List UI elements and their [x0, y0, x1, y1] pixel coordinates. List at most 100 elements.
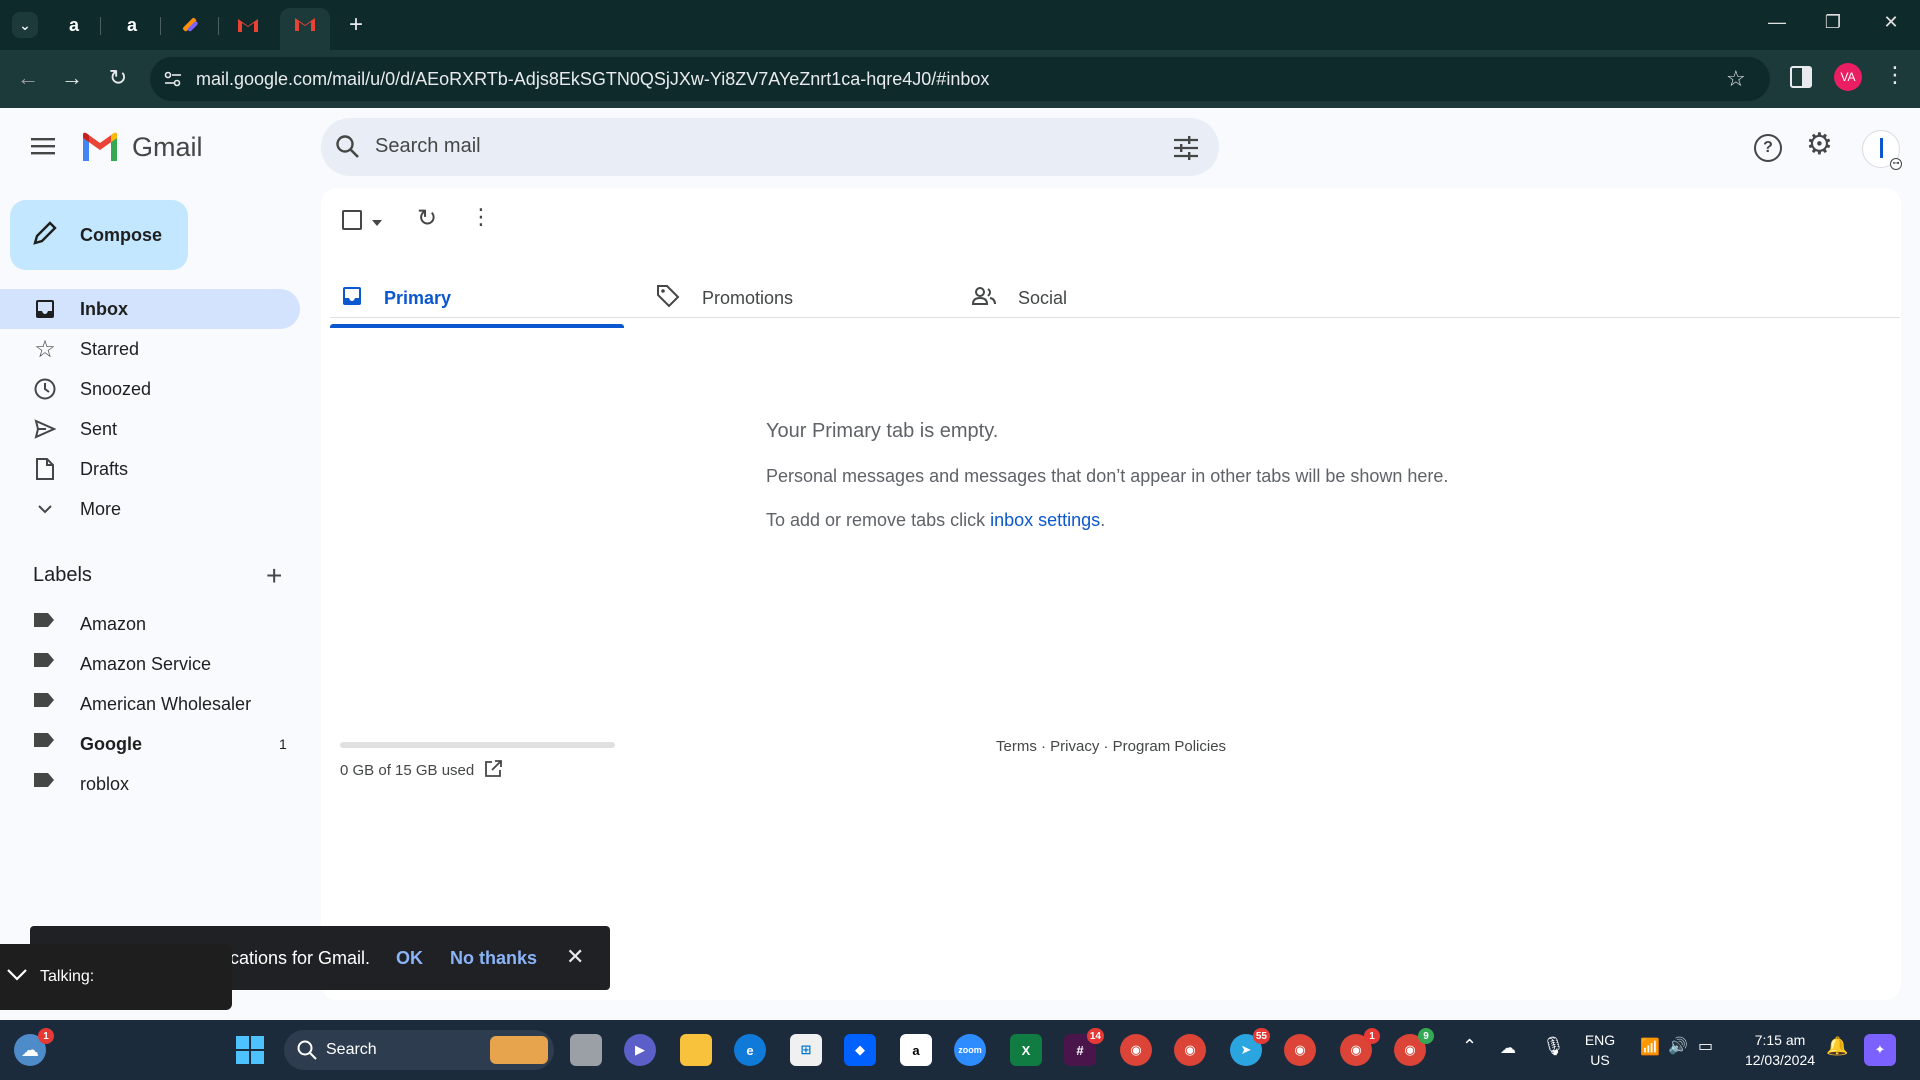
sidebar-item-inbox[interactable]: Inbox [0, 289, 300, 329]
task-view-icon[interactable] [570, 1034, 602, 1066]
label-name: Amazon [80, 613, 147, 634]
onedrive-icon[interactable]: ☁ [1500, 1038, 1516, 1058]
telegram-icon[interactable]: ➤ 55 [1230, 1028, 1270, 1066]
tab-search-button[interactable]: ⌄ [12, 12, 38, 38]
search-bar[interactable]: Search mail [321, 118, 1219, 176]
profile-avatar[interactable]: VA [1834, 63, 1862, 91]
new-tab-button[interactable]: + [344, 11, 368, 38]
star-icon: ☆ [34, 335, 56, 363]
clock[interactable]: 7:15 am 12/03/2024 [1736, 1030, 1824, 1070]
weather-widget-icon[interactable]: ☁ 1 [14, 1028, 54, 1066]
copilot-icon[interactable]: ✦ [1864, 1034, 1896, 1066]
empty-state-description: Personal messages and messages that don’… [766, 466, 1449, 486]
forward-icon[interactable]: → [58, 65, 86, 91]
amazon-app-icon[interactable]: a [900, 1034, 932, 1066]
microsoft-store-icon[interactable]: ⊞ [790, 1034, 822, 1066]
teams-chat-icon[interactable]: ▶ [624, 1034, 656, 1066]
compose-button[interactable]: Compose [10, 200, 188, 270]
search-icon[interactable] [335, 134, 361, 165]
file-explorer-icon[interactable] [680, 1034, 712, 1066]
wifi-icon[interactable]: 📶 [1640, 1037, 1660, 1057]
edge-browser-icon[interactable]: e [734, 1034, 766, 1066]
settings-gear-icon[interactable]: ⚙ [1806, 130, 1833, 160]
minimize-icon[interactable]: — [1762, 12, 1792, 33]
chevron-down-icon[interactable] [6, 968, 28, 987]
address-bar[interactable]: mail.google.com/mail/u/0/d/AEoRXRTb-Adjs… [150, 57, 1770, 101]
account-avatar[interactable]: ⊶ [1862, 130, 1902, 170]
notification-bell-icon[interactable]: 🔔 [1826, 1036, 1848, 1057]
label-tag-icon [33, 732, 57, 756]
chrome-profile-va-icon[interactable]: ◉ [1174, 1034, 1206, 1066]
tab-promotions[interactable]: Promotions [644, 268, 938, 328]
inbox-icon [33, 297, 57, 321]
tray-overflow-icon[interactable]: ⌃ [1462, 1036, 1477, 1057]
label-name: Amazon Service [80, 653, 212, 674]
sidebar-item-starred[interactable]: ☆ Starred [0, 329, 300, 369]
label-item-american-wholesaler[interactable]: American Wholesaler [0, 684, 300, 724]
browser-toolbar: ← → ↻ mail.google.com/mail/u/0/d/AEoRXRT… [0, 50, 1920, 108]
clock-time: 7:15 am [1754, 1032, 1806, 1048]
support-icon[interactable]: ? [1754, 134, 1782, 162]
pen-app-tab-icon[interactable] [178, 13, 202, 37]
sidebar-item-sent[interactable]: Sent [0, 409, 300, 449]
search-input[interactable]: Search mail [375, 135, 481, 158]
label-item-amazon[interactable]: Amazon [0, 604, 300, 644]
reload-icon[interactable]: ↻ [104, 65, 132, 91]
inbox-settings-link[interactable]: inbox settings [990, 510, 1100, 530]
more-actions-icon[interactable]: ⋮ [470, 204, 492, 230]
taskbar-search-box[interactable]: Search [284, 1030, 554, 1070]
chrome-profile-w-icon[interactable]: ◉ [1120, 1034, 1152, 1066]
select-dropdown-icon[interactable] [372, 214, 382, 232]
chrome-profile-icon[interactable]: ◉ [1284, 1034, 1316, 1066]
toast-no-thanks-button[interactable]: No thanks [450, 948, 537, 969]
back-icon[interactable]: ← [14, 65, 42, 91]
add-label-icon[interactable]: + [266, 560, 282, 592]
search-options-icon[interactable] [1173, 136, 1199, 165]
telegram-badge: 55 [1252, 1028, 1270, 1044]
volume-icon[interactable]: 🔊 [1668, 1036, 1688, 1056]
windows-start-icon[interactable] [234, 1034, 266, 1066]
amazon-tab-icon[interactable]: a [62, 13, 86, 37]
chrome-badge: 9 [1418, 1028, 1434, 1044]
storage-bar [340, 742, 615, 748]
zoom-icon[interactable]: zoom [954, 1034, 986, 1066]
restore-icon[interactable]: ❐ [1818, 12, 1848, 33]
sidebar-item-snoozed[interactable]: Snoozed [0, 369, 300, 409]
slack-icon[interactable]: #14 [1064, 1028, 1104, 1066]
label-item-roblox[interactable]: roblox [0, 764, 300, 804]
site-settings-icon[interactable] [162, 68, 184, 90]
main-menu-icon[interactable] [30, 136, 56, 161]
toast-close-icon[interactable]: ✕ [566, 944, 584, 970]
tab-primary[interactable]: Primary [330, 268, 624, 328]
close-window-icon[interactable]: ✕ [1876, 12, 1906, 33]
gmail-tab-icon[interactable] [236, 13, 260, 37]
tab-social[interactable]: Social [960, 268, 1254, 328]
toast-ok-button[interactable]: OK [396, 948, 423, 969]
label-tag-icon [33, 612, 57, 636]
chrome-profile-icon[interactable]: ◉ 1 [1340, 1028, 1380, 1066]
label-item-amazon-service[interactable]: Amazon Service [0, 644, 300, 684]
sidebar-item-drafts[interactable]: Drafts [0, 449, 300, 489]
dropbox-icon[interactable]: ◆ [844, 1034, 876, 1066]
browser-menu-icon[interactable]: ⋮ [1884, 62, 1906, 88]
open-in-new-icon[interactable] [484, 760, 502, 783]
tab-separator [100, 17, 101, 35]
gmail-logo-icon[interactable] [80, 132, 120, 167]
pencil-icon [32, 220, 58, 251]
excel-icon[interactable]: X [1010, 1034, 1042, 1066]
footer-links[interactable]: Terms · Privacy · Program Policies [996, 738, 1226, 755]
language-indicator[interactable]: ENG US [1580, 1030, 1620, 1070]
chrome-profile-icon[interactable]: ◉ 9 [1394, 1028, 1434, 1066]
microphone-icon[interactable]: 🎙 [1542, 1036, 1565, 1057]
side-panel-icon[interactable] [1790, 66, 1812, 88]
refresh-icon[interactable]: ↻ [417, 204, 437, 233]
amazon-tab-icon[interactable]: a [120, 13, 144, 37]
active-tab[interactable] [280, 8, 330, 50]
label-item-google[interactable]: Google 1 [0, 724, 300, 764]
battery-icon[interactable]: ▭ [1698, 1036, 1713, 1056]
sidebar-item-more[interactable]: More [0, 489, 300, 529]
bookmark-star-icon[interactable]: ☆ [1726, 66, 1746, 92]
language-code: ENG [1584, 1032, 1616, 1048]
select-all-checkbox[interactable] [342, 210, 362, 230]
widget-badge: 1 [38, 1028, 54, 1044]
